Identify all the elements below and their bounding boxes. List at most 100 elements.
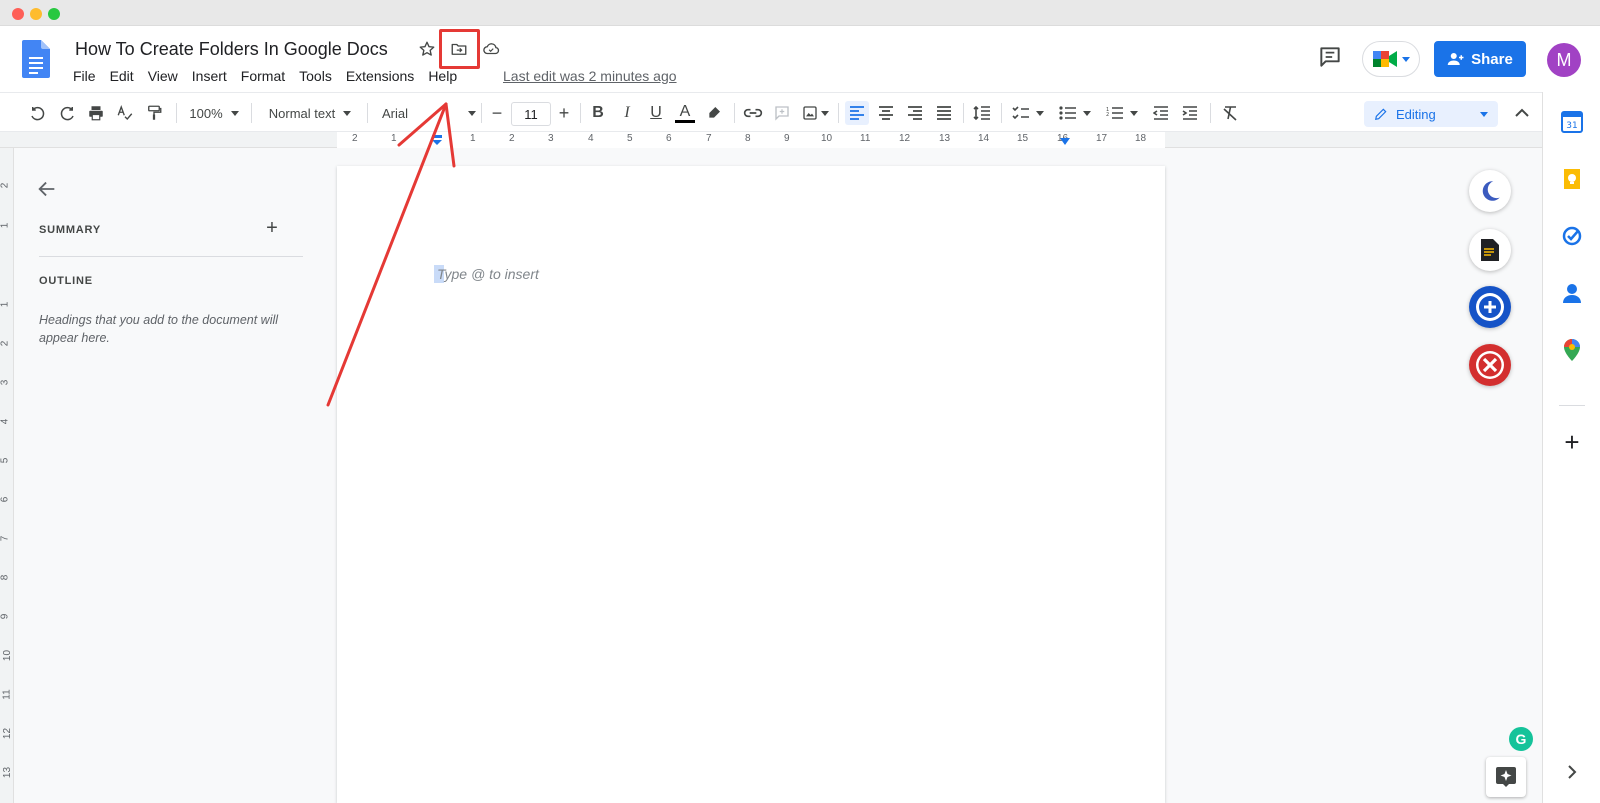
add-circle-button[interactable] <box>1469 286 1511 328</box>
insert-link-icon[interactable] <box>741 101 765 125</box>
get-addons-button[interactable]: + <box>1560 427 1584 457</box>
bulleted-list-icon[interactable] <box>1055 101 1095 125</box>
align-right-icon[interactable] <box>903 101 927 125</box>
share-button[interactable]: Share <box>1434 41 1526 77</box>
menu-help[interactable]: Help <box>428 67 464 85</box>
side-panel-divider <box>1559 405 1585 406</box>
decrease-indent-icon[interactable] <box>1149 101 1173 125</box>
ruler-number: 17 <box>1096 133 1108 144</box>
annotation-highlight-box <box>439 29 480 69</box>
menu-view[interactable]: View <box>148 67 185 85</box>
align-left-icon[interactable] <box>845 101 869 125</box>
insert-placeholder[interactable]: Type @ to insert <box>437 266 539 282</box>
print-icon[interactable] <box>84 101 108 125</box>
explore-button[interactable] <box>1486 757 1526 797</box>
hide-menus-icon[interactable] <box>1510 101 1534 125</box>
minimize-window-button[interactable] <box>30 8 42 20</box>
spellcheck-icon[interactable] <box>113 101 137 125</box>
ruler-number: 3 <box>548 133 554 144</box>
document-page[interactable]: Type @ to insert <box>337 166 1165 803</box>
zoom-select[interactable]: 100% <box>184 101 244 125</box>
bold-icon[interactable]: B <box>586 101 610 125</box>
ruler-number: 3 <box>0 379 11 386</box>
summary-heading: SUMMARY <box>39 224 102 236</box>
editing-mode-select[interactable]: Editing <box>1364 101 1498 127</box>
ruler-number: 12 <box>899 133 911 144</box>
italic-icon[interactable]: I <box>615 101 639 125</box>
menu-bar: File Edit View Insert Format Tools Exten… <box>73 67 471 85</box>
justify-icon[interactable] <box>932 101 956 125</box>
maps-icon[interactable] <box>1560 338 1584 362</box>
ruler-number: 15 <box>1017 133 1029 144</box>
add-summary-button[interactable]: + <box>262 217 282 239</box>
chevron-down-icon <box>1480 111 1488 117</box>
tasks-icon[interactable] <box>1560 224 1584 248</box>
formatting-toolbar: 100% Normal text Arial − 11 + B I U A 1 … <box>0 92 1542 132</box>
add-comment-icon[interactable] <box>770 101 794 125</box>
text-color-icon[interactable]: A <box>673 101 697 125</box>
checklist-icon[interactable] <box>1008 101 1048 125</box>
keep-icon[interactable] <box>1560 167 1584 191</box>
document-title[interactable]: How To Create Folders In Google Docs <box>75 39 388 60</box>
docs-extension-button[interactable] <box>1469 229 1511 271</box>
ruler-number: 18 <box>1135 133 1147 144</box>
dark-mode-button[interactable] <box>1469 170 1511 212</box>
ruler-number: 6 <box>666 133 672 144</box>
expand-panel-chevron-icon[interactable] <box>1560 760 1584 784</box>
numbered-list-icon[interactable]: 12 <box>1102 101 1142 125</box>
comment-history-icon[interactable] <box>1317 44 1343 70</box>
decrease-font-size-icon[interactable]: − <box>487 101 507 125</box>
close-window-button[interactable] <box>12 8 24 20</box>
menu-extensions[interactable]: Extensions <box>346 67 421 85</box>
ruler-number: 4 <box>0 418 11 425</box>
ruler-number: 8 <box>745 133 751 144</box>
close-circle-button[interactable] <box>1469 344 1511 386</box>
paint-format-icon[interactable] <box>142 101 166 125</box>
toolbar-divider <box>481 103 482 123</box>
menu-tools[interactable]: Tools <box>299 67 339 85</box>
ruler-number: 10 <box>821 133 833 144</box>
ruler-number: 2 <box>0 182 11 189</box>
paragraph-style-select[interactable]: Normal text <box>260 101 360 125</box>
menu-format[interactable]: Format <box>241 67 292 85</box>
toolbar-divider <box>734 103 735 123</box>
ruler-number: 12 <box>2 727 14 740</box>
horizontal-ruler[interactable]: 2 1 1 2 3 4 5 6 7 8 9 10 11 12 13 14 15 … <box>0 132 1542 148</box>
grammarly-button[interactable]: G <box>1509 727 1533 751</box>
increase-indent-icon[interactable] <box>1178 101 1202 125</box>
maximize-window-button[interactable] <box>48 8 60 20</box>
font-family-select[interactable]: Arial <box>376 101 476 125</box>
vertical-ruler[interactable]: 2 1 1 2 3 4 5 6 7 8 9 10 11 12 13 <box>0 148 14 803</box>
close-outline-arrow-icon[interactable] <box>36 178 58 200</box>
align-center-icon[interactable] <box>874 101 898 125</box>
contacts-icon[interactable] <box>1560 281 1584 305</box>
chevron-down-icon <box>343 110 352 116</box>
window-title-bar <box>0 0 1600 26</box>
menu-insert[interactable]: Insert <box>192 67 234 85</box>
left-indent-marker-icon[interactable] <box>431 135 443 146</box>
clear-formatting-icon[interactable] <box>1218 101 1242 125</box>
redo-icon[interactable] <box>55 101 79 125</box>
meet-button[interactable] <box>1362 41 1420 77</box>
toolbar-divider <box>176 103 177 123</box>
account-avatar[interactable]: M <box>1547 43 1581 77</box>
google-docs-logo-icon[interactable] <box>22 40 50 78</box>
highlight-color-icon[interactable] <box>702 101 726 125</box>
star-icon[interactable] <box>416 38 438 60</box>
last-edit-link[interactable]: Last edit was 2 minutes ago <box>503 68 677 84</box>
undo-icon[interactable] <box>26 101 50 125</box>
calendar-icon[interactable]: 31 <box>1560 110 1584 134</box>
toolbar-divider <box>251 103 252 123</box>
insert-image-icon[interactable] <box>799 101 831 125</box>
menu-edit[interactable]: Edit <box>110 67 141 85</box>
line-spacing-icon[interactable] <box>970 101 994 125</box>
toolbar-divider <box>367 103 368 123</box>
right-indent-marker-icon[interactable] <box>1059 137 1071 146</box>
underline-icon[interactable]: U <box>644 101 668 125</box>
menu-file[interactable]: File <box>73 67 103 85</box>
font-size-input[interactable]: 11 <box>511 102 551 126</box>
chevron-down-icon <box>820 110 829 116</box>
ruler-number: 2 <box>0 340 11 347</box>
cloud-saved-icon[interactable] <box>480 38 502 60</box>
increase-font-size-icon[interactable]: + <box>554 101 574 125</box>
